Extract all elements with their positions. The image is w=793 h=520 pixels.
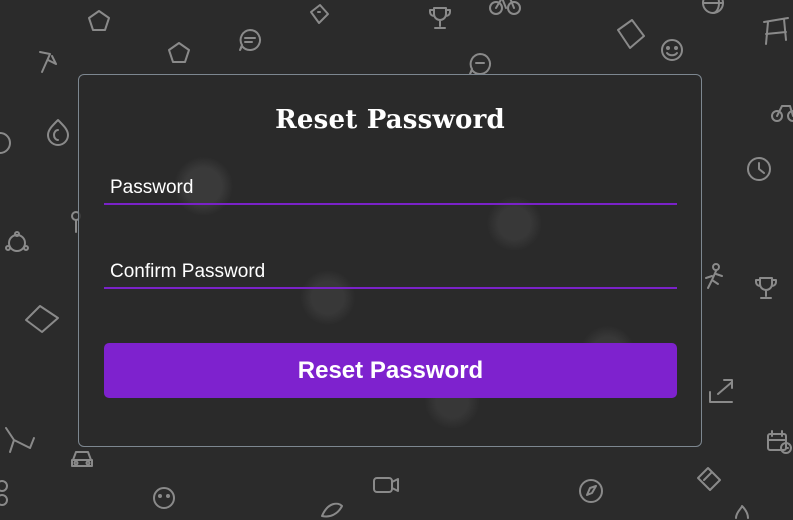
emoji-icon [153,487,175,509]
bicycle-icon [489,0,521,15]
confirm-password-input[interactable] [104,257,677,287]
pentagon-icon [168,42,190,63]
tag-icon [697,467,721,491]
lightning-icon [39,51,57,73]
diamond-icon [617,19,645,49]
chair-icon [763,17,789,45]
emoji-icon [661,39,683,61]
camera-icon [373,477,399,493]
flame-icon [735,505,749,519]
flame-icon [47,119,69,146]
reset-password-card: Reset Password Reset Password [78,74,702,447]
bicycle-icon [771,105,793,122]
chat-bubble-icon [239,29,261,51]
trophy-icon [429,7,451,29]
calendar-clock-icon [767,430,792,454]
password-input[interactable] [104,173,677,203]
reset-password-button[interactable]: Reset Password [104,343,677,398]
bicycle-icon [0,480,8,506]
confirm-password-field [104,257,677,289]
half-circle-icon [0,132,11,154]
globe-icon [702,0,724,14]
form-title: Reset Password [275,105,505,135]
password-field [104,173,677,205]
clock-icon [747,157,771,181]
hexagon-network-icon [5,231,29,252]
tag-icon [310,4,329,24]
trophy-icon [755,277,777,299]
car-icon [71,451,93,467]
pentagon-icon [88,10,110,31]
diamond-icon [25,305,59,333]
share-arrow-icon [709,379,733,403]
chair-icon [5,427,35,453]
person-icon [705,263,723,289]
compass-icon [579,479,603,503]
